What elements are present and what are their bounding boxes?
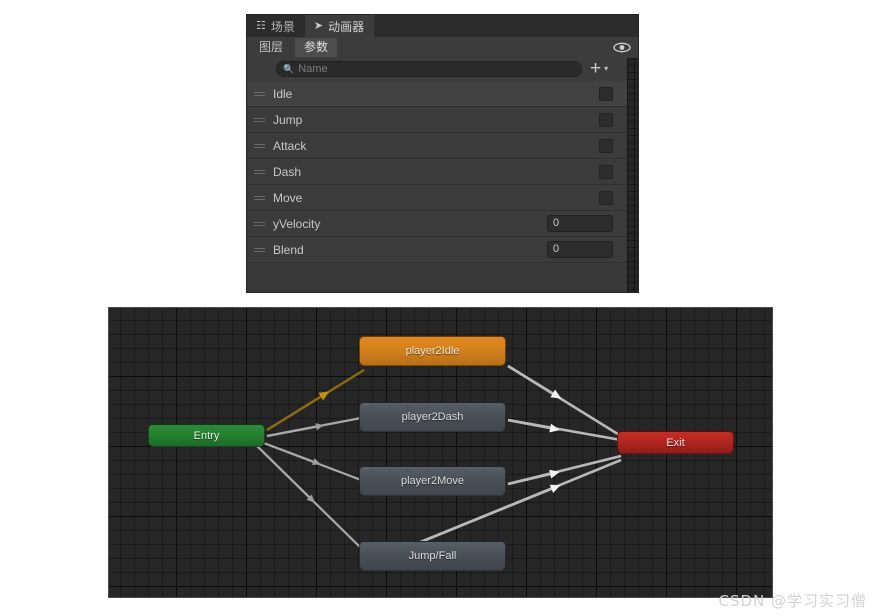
graph-node-jumpfall[interactable]: Jump/Fall: [359, 541, 506, 571]
parameter-name: Attack: [273, 138, 307, 153]
window-tab-animator[interactable]: ➤ 动画器: [304, 15, 375, 37]
parameter-row-attack[interactable]: Attack: [247, 133, 629, 159]
transition-entry-to-jumpfall-arrow: [254, 443, 315, 503]
parameter-name: yVelocity: [273, 216, 321, 231]
search-icon: 🔍: [283, 63, 295, 74]
parameter-name: Dash: [273, 164, 302, 179]
parameter-control: [599, 164, 613, 179]
parameter-number-input[interactable]: 0: [547, 241, 613, 258]
grid-icon: ☷: [256, 19, 266, 32]
parameter-value: 0: [553, 217, 560, 229]
graph-node-player2dash[interactable]: player2Dash: [359, 402, 506, 432]
parameter-control: 0: [547, 215, 613, 232]
add-parameter-button[interactable]: + ▾: [590, 59, 608, 78]
graph-node-label: Exit: [666, 436, 685, 449]
parameter-search-row: 🔍 Name + ▾: [247, 58, 638, 81]
watermark-text: CSDN @学习实习僧: [718, 592, 867, 610]
drag-handle-icon[interactable]: [254, 169, 266, 174]
parameter-name: Idle: [273, 86, 293, 101]
parameter-control: [599, 138, 613, 153]
window-tab-filler: [374, 15, 638, 37]
parameter-name: Jump: [273, 112, 303, 127]
drag-handle-icon[interactable]: [254, 195, 266, 200]
graph-node-player2idle[interactable]: player2Idle: [359, 336, 506, 366]
parameter-checkbox[interactable]: [599, 138, 613, 153]
animator-parameters-panel: ☷ 场景 ➤ 动画器 图层 参数 🔍 Name + ▾ Idle Jump At…: [246, 14, 639, 293]
graph-node-player2move[interactable]: player2Move: [359, 466, 506, 496]
transition-player2idle-to-exit-arrow: [507, 364, 562, 399]
parameter-row-yvelocity[interactable]: yVelocity 0: [247, 211, 629, 237]
graph-node-entry[interactable]: Entry: [148, 424, 265, 447]
animator-sub-toolbar: 图层 参数: [247, 37, 638, 59]
drag-handle-icon[interactable]: [254, 91, 266, 96]
window-tab-animator-label: 动画器: [328, 19, 365, 34]
window-tab-scene-label: 场景: [270, 19, 295, 34]
drag-handle-icon[interactable]: [254, 117, 266, 122]
eye-icon[interactable]: [612, 38, 632, 57]
panel-scroll-gutter[interactable]: [627, 58, 638, 292]
transition-player2move-to-exit-arrow: [507, 469, 560, 486]
drag-handle-icon[interactable]: [254, 143, 266, 148]
search-placeholder: Name: [298, 62, 328, 75]
parameter-name: Blend: [273, 242, 304, 257]
graph-node-label: Jump/Fall: [408, 550, 457, 562]
parameter-name: Move: [273, 190, 303, 205]
parameter-row-idle[interactable]: Idle: [247, 81, 629, 107]
parameter-row-jump[interactable]: Jump: [247, 107, 629, 133]
graph-node-label: player2Idle: [405, 345, 460, 357]
parameter-list: Idle Jump Attack Dash Move yVelocity 0 B…: [247, 81, 629, 292]
transition-entry-to-player2idle-arrow: [266, 391, 330, 432]
tab-parameters[interactable]: 参数: [295, 38, 338, 57]
parameter-control: [599, 112, 613, 127]
animator-state-graph[interactable]: Entry player2Idle player2Dash player2Mov…: [108, 307, 773, 598]
drag-handle-icon[interactable]: [254, 221, 266, 226]
parameter-value: 0: [553, 243, 560, 255]
parameter-number-input[interactable]: 0: [547, 215, 613, 232]
parameter-checkbox[interactable]: [599, 86, 613, 101]
parameter-checkbox[interactable]: [599, 164, 613, 179]
window-tab-scene[interactable]: ☷ 场景: [247, 15, 305, 37]
search-input[interactable]: 🔍 Name: [276, 61, 582, 77]
drag-handle-icon[interactable]: [254, 247, 266, 252]
gutter-grid: [627, 58, 638, 292]
parameter-checkbox[interactable]: [599, 112, 613, 127]
parameter-row-dash[interactable]: Dash: [247, 159, 629, 185]
tab-layers[interactable]: 图层: [250, 38, 292, 57]
screenshot-root: ☷ 场景 ➤ 动画器 图层 参数 🔍 Name + ▾ Idle Jump At…: [0, 0, 875, 616]
parameter-list-empty-area: [247, 263, 629, 292]
parameter-checkbox[interactable]: [599, 190, 613, 205]
graph-node-label: Entry: [193, 429, 220, 442]
parameter-row-blend[interactable]: Blend 0: [247, 237, 629, 263]
window-tab-bar: ☷ 场景 ➤ 动画器: [247, 15, 638, 37]
graph-node-exit[interactable]: Exit: [617, 431, 734, 454]
graph-node-label: player2Move: [401, 475, 464, 487]
transition-entry-to-player2move-arrow: [260, 440, 321, 466]
animator-icon: ➤: [313, 19, 324, 32]
parameter-control: [599, 190, 613, 205]
parameter-control: 0: [547, 241, 613, 258]
transition-entry-to-player2dash-arrow: [266, 423, 324, 438]
graph-node-label: player2Dash: [401, 411, 464, 423]
parameter-row-move[interactable]: Move: [247, 185, 629, 211]
parameter-control: [599, 86, 613, 101]
plus-icon: +: [590, 58, 602, 79]
chevron-down-icon: ▾: [604, 64, 609, 73]
transition-player2dash-to-exit-arrow: [507, 418, 560, 433]
